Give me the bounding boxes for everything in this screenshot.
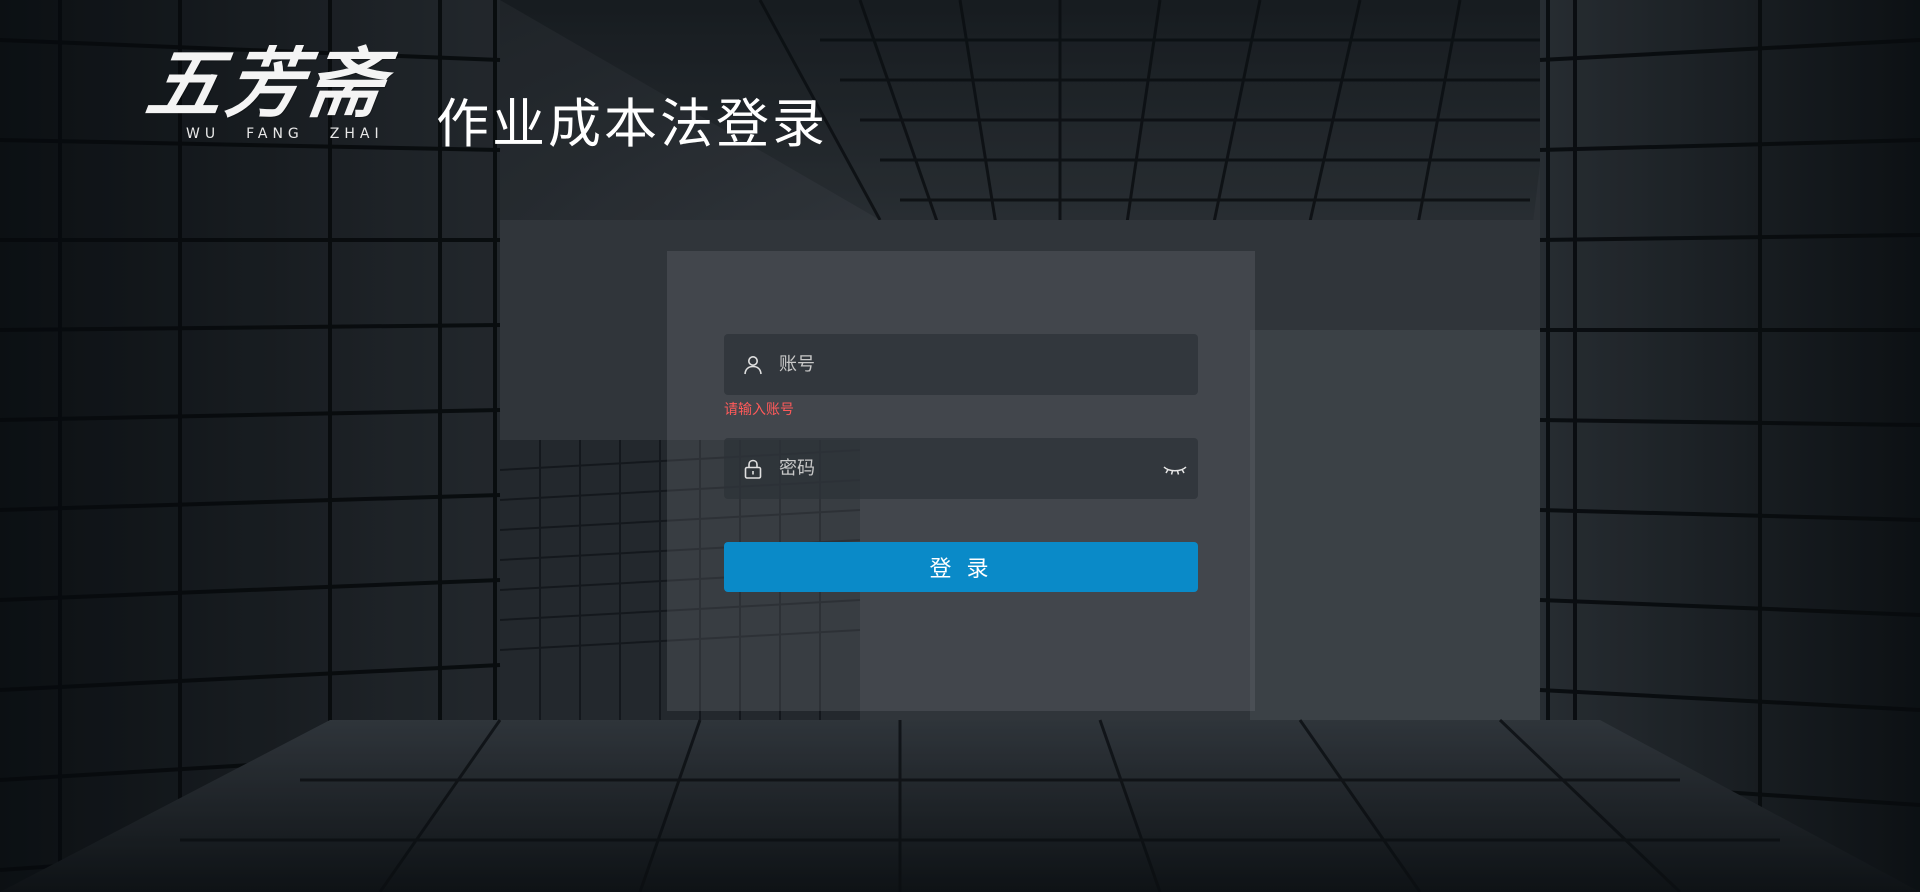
account-field[interactable]: [724, 334, 1198, 395]
logo-latin-text: WU FANG ZHAI: [186, 126, 410, 142]
logo-latin-word: WU: [186, 126, 221, 142]
account-input[interactable]: [779, 334, 1159, 395]
page-title: 作业成本法登录: [436, 94, 828, 155]
logo-latin-word: FANG: [246, 126, 304, 142]
brand-logo: 五芳斋 WU FANG ZHAI: [141, 22, 428, 152]
account-error-message: 请输入账号: [724, 402, 794, 418]
password-input[interactable]: [779, 438, 1159, 499]
lock-icon: [741, 457, 765, 481]
logo-latin-word: ZHAI: [329, 126, 384, 142]
eye-closed-icon[interactable]: [1162, 457, 1188, 481]
login-panel: 请输入账号 登 录: [667, 251, 1255, 711]
password-field[interactable]: [724, 438, 1198, 499]
logo-chinese-text: 五芳斋: [140, 39, 394, 128]
login-button[interactable]: 登 录: [724, 542, 1198, 592]
user-icon: [741, 353, 765, 377]
